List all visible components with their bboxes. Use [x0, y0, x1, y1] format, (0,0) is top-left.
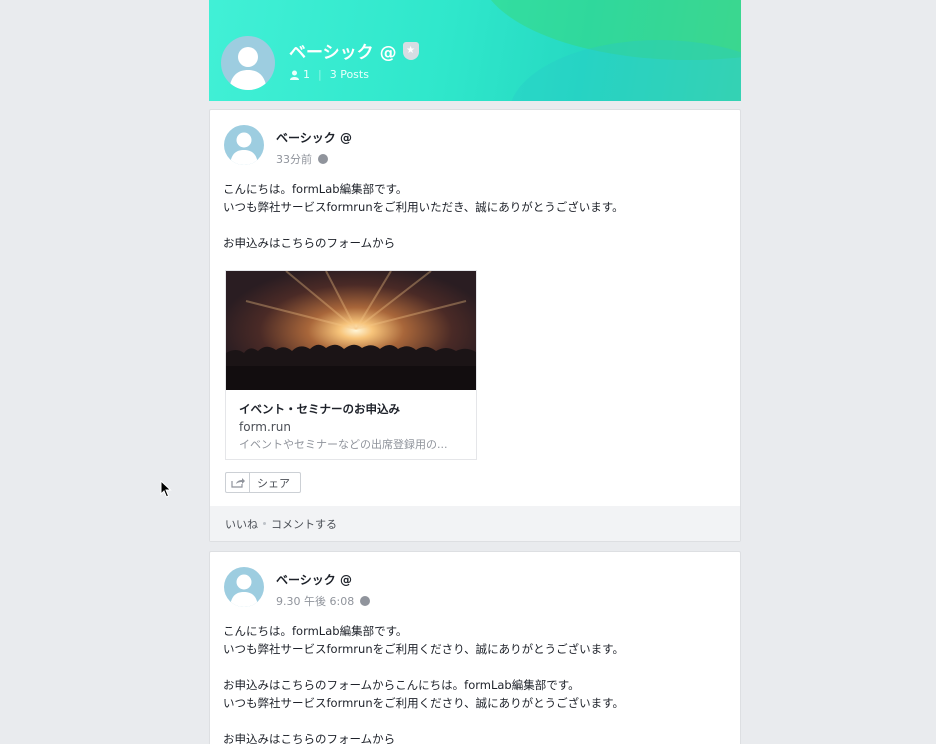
- post-card: ベーシック @ 33分前 こんにちは。formLab編集部です。 いつも弊社サー…: [209, 109, 741, 542]
- post-count[interactable]: 3 Posts: [330, 68, 369, 81]
- post-card: ベーシック @ 9.30 午後 6:08 こんにちは。formLab編集部です。…: [209, 551, 741, 744]
- author-avatar[interactable]: [224, 567, 264, 607]
- share-button[interactable]: シェア: [225, 472, 301, 493]
- profile-avatar[interactable]: [221, 36, 275, 90]
- shield-star-icon: ★: [402, 41, 419, 60]
- user-icon: [290, 70, 299, 80]
- profile-cover: ベーシック @ ★ 1 | 3 Posts: [209, 0, 741, 101]
- share-label: シェア: [257, 476, 290, 490]
- mouse-cursor-icon: [160, 480, 172, 498]
- timestamp-text[interactable]: 33分前: [276, 151, 312, 167]
- post-text: こんにちは。formLab編集部です。 いつも弊社サービスformrunをご利用…: [223, 624, 625, 744]
- cover-decoration: [509, 40, 741, 101]
- profile-name-row: ベーシック @ ★: [289, 38, 419, 63]
- profile-stats: 1 | 3 Posts: [290, 68, 369, 81]
- post-text: こんにちは。formLab編集部です。 いつも弊社サービスformrunをご利用…: [223, 182, 624, 250]
- timestamp-text[interactable]: 9.30 午後 6:08: [276, 593, 354, 609]
- comment-link[interactable]: コメントする: [271, 516, 337, 532]
- concert-image: [226, 271, 476, 390]
- user-silhouette-icon: [230, 574, 258, 607]
- link-preview[interactable]: イベント・セミナーのお申込み form.run イベントやセミナーなどの出席登録…: [225, 270, 477, 460]
- user-silhouette-icon: [230, 132, 258, 165]
- post-timestamp: 9.30 午後 6:08: [276, 593, 371, 609]
- author-name[interactable]: ベーシック @: [276, 129, 352, 146]
- divider: |: [318, 68, 322, 81]
- author-name[interactable]: ベーシック @: [276, 571, 352, 588]
- post-actions: いいね コメントする: [210, 506, 740, 541]
- follower-count[interactable]: 1: [303, 68, 310, 81]
- globe-icon: [318, 154, 328, 164]
- like-link[interactable]: いいね: [225, 516, 258, 532]
- globe-icon: [360, 596, 371, 606]
- profile-name[interactable]: ベーシック @: [289, 38, 397, 63]
- user-silhouette-icon: [229, 47, 267, 90]
- link-description: イベントやセミナーなどの出席登録用の...: [239, 438, 448, 451]
- post-timestamp: 33分前: [276, 151, 328, 167]
- share-icon: [226, 473, 250, 492]
- link-title[interactable]: イベント・セミナーのお申込み: [239, 401, 400, 417]
- separator-dot: [263, 522, 266, 525]
- link-domain: form.run: [239, 420, 291, 434]
- author-avatar[interactable]: [224, 125, 264, 165]
